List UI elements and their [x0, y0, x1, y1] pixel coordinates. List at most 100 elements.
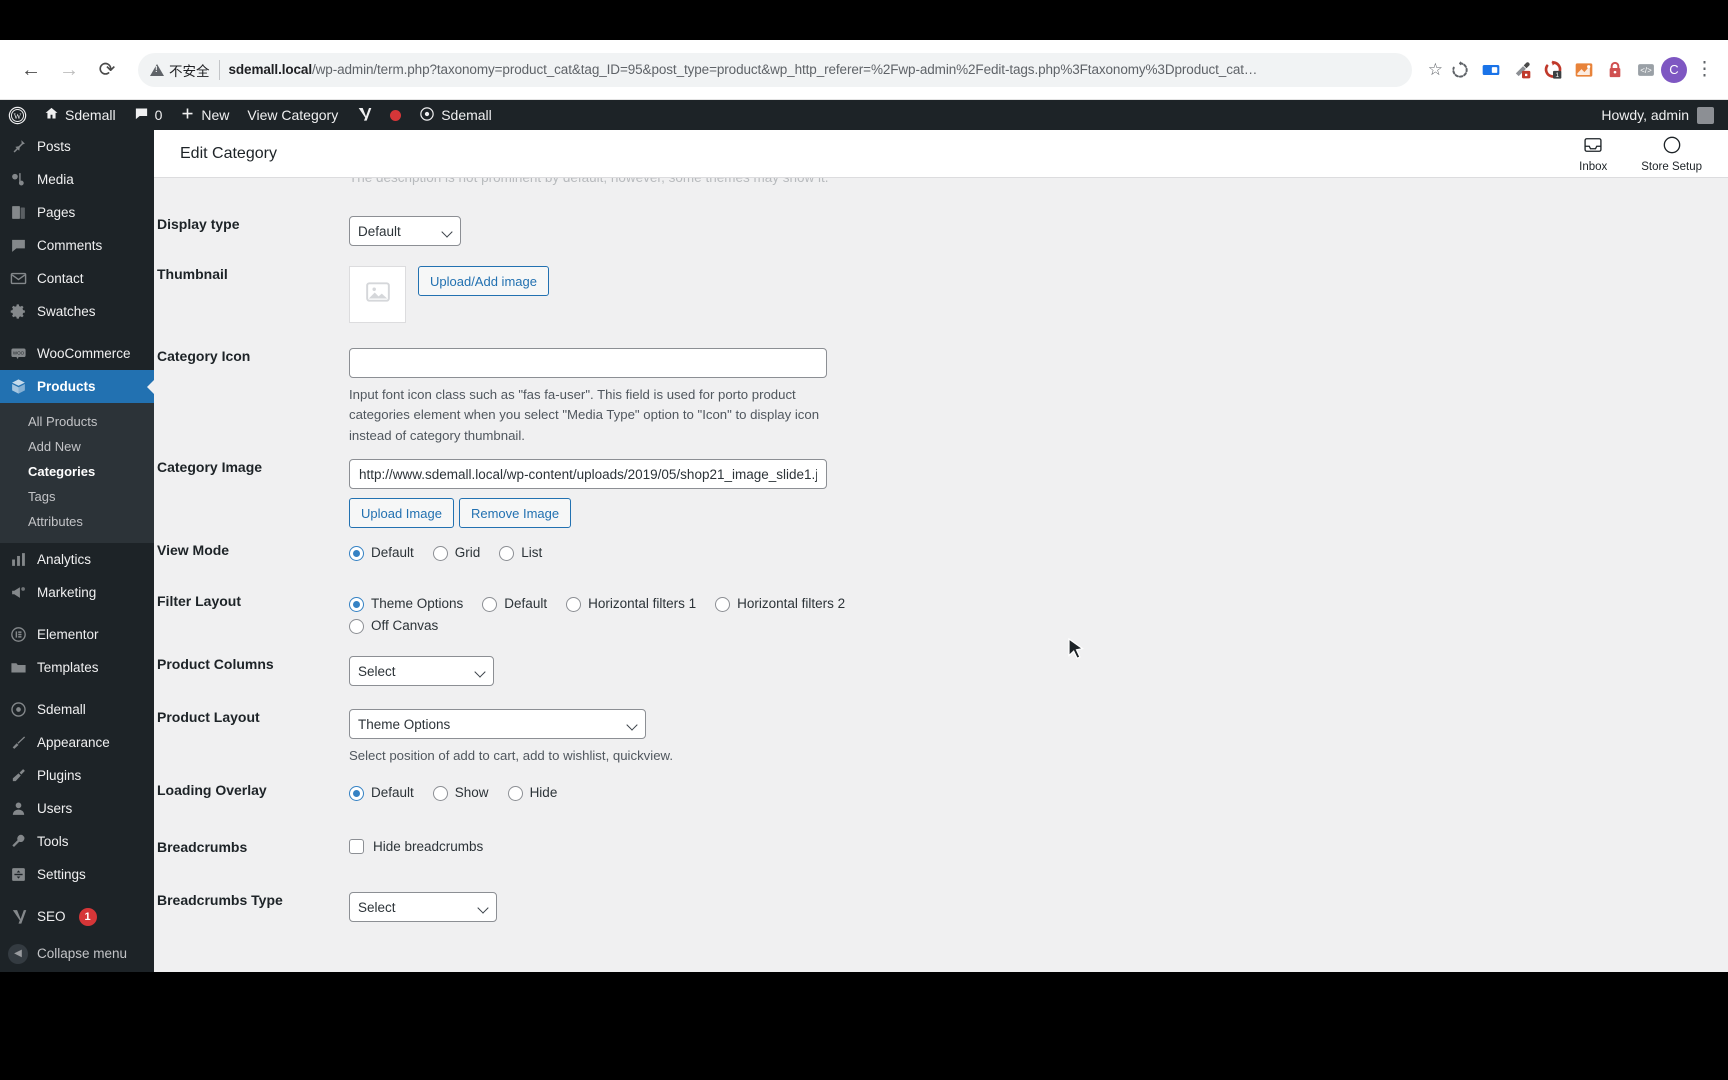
loading-overlay-option-show[interactable]: Show [432, 782, 489, 804]
sidebar-item-plugins[interactable]: Plugins [0, 759, 154, 792]
upload-add-image-button[interactable]: Upload/Add image [418, 266, 549, 296]
sidebar-subitem-tags[interactable]: Tags [0, 484, 154, 509]
sidebar-item-media[interactable]: Media [0, 163, 154, 196]
display-type-select[interactable]: Default [349, 216, 461, 246]
category-icon-label: Category Icon [157, 348, 251, 364]
inbox-button[interactable]: Inbox [1579, 135, 1607, 173]
kebab-menu-icon[interactable]: ⋮ [1695, 60, 1714, 79]
sidebar-subitem-all-products[interactable]: All Products [0, 409, 154, 434]
sidebar-item-users[interactable]: Users [0, 792, 154, 825]
back-icon[interactable]: ← [14, 53, 48, 87]
filter-layout-option-horizontal-1[interactable]: Horizontal filters 1 [566, 593, 696, 615]
view-mode-option-list[interactable]: List [499, 542, 542, 564]
display-type-select-wrap: Default [349, 216, 461, 246]
star-icon[interactable]: ☆ [1428, 60, 1443, 80]
sidebar-collapse-menu[interactable]: ◀ Collapse menu [0, 937, 154, 970]
warning-triangle-icon [150, 63, 164, 76]
loading-overlay-option-label: Default [371, 785, 414, 800]
sidebar-item-label: Products [37, 379, 96, 394]
view-mode-option-grid[interactable]: Grid [432, 542, 480, 564]
main-content: Edit Category Inbox Store Setup The desc… [154, 130, 1728, 972]
filter-layout-option-theme-options[interactable]: Theme Options [349, 593, 463, 615]
checkbox-icon [349, 839, 364, 854]
sidebar-item-marketing[interactable]: Marketing [0, 576, 154, 609]
eyedropper-extension-icon[interactable] [1511, 59, 1533, 81]
adminbar-yoast[interactable] [347, 100, 381, 130]
product-columns-select-wrap: Select [349, 656, 494, 686]
adminbar-site-name[interactable]: Sdemall [35, 100, 125, 130]
store-setup-button[interactable]: Store Setup [1641, 135, 1702, 173]
view-mode-option-default[interactable]: Default [349, 542, 414, 564]
sidebar-item-tools[interactable]: Tools [0, 825, 154, 858]
sidebar-item-seo[interactable]: SEO 1 [0, 900, 154, 933]
radio-icon [507, 785, 523, 801]
remove-image-button[interactable]: Remove Image [458, 498, 572, 528]
adminbar-new[interactable]: New [171, 100, 238, 130]
analytics-extension-icon[interactable] [1573, 59, 1595, 81]
adminbar-account[interactable]: Howdy, admin [1601, 106, 1728, 124]
loading-overlay-option-label: Hide [529, 785, 558, 800]
sidebar-item-templates[interactable]: Templates [0, 651, 154, 684]
sidebar-subitem-add-new[interactable]: Add New [0, 434, 154, 459]
sidebar-item-products[interactable]: Products [0, 370, 154, 403]
header-actions: Inbox Store Setup [1579, 135, 1702, 173]
adminbar-second-site[interactable]: Sdemall [410, 100, 501, 130]
sidebar-item-label: Sdemall [37, 702, 86, 717]
code-extension-icon[interactable]: </> [1635, 59, 1657, 81]
product-columns-select[interactable]: Select [349, 656, 494, 686]
sidebar-item-settings[interactable]: Settings [0, 858, 154, 891]
field-breadcrumbs-type: Breadcrumbs Type Select [154, 892, 1728, 922]
redirect-extension-icon[interactable]: 1 [1542, 59, 1564, 81]
url-text: sdemall.local/wp-admin/term.php?taxonomy… [229, 62, 1400, 77]
field-category-image: Category Image Upload Image Remove Image [154, 459, 1728, 528]
filter-layout-option-horizontal-2[interactable]: Horizontal filters 2 [715, 593, 845, 615]
sidebar-subitem-categories[interactable]: Categories [0, 459, 154, 484]
filter-layout-option-default[interactable]: Default [482, 593, 547, 615]
lock-extension-icon[interactable] [1604, 59, 1626, 81]
loading-overlay-option-default[interactable]: Default [349, 782, 414, 804]
adminbar-view-category[interactable]: View Category [238, 100, 347, 130]
pages-icon [8, 203, 28, 223]
forward-icon[interactable]: → [52, 53, 86, 87]
sync-extension-icon[interactable] [1449, 59, 1471, 81]
target-icon [419, 106, 435, 125]
hide-breadcrumbs-checkbox[interactable]: Hide breadcrumbs [349, 839, 1728, 854]
profile-avatar[interactable]: C [1661, 56, 1687, 83]
sidebar-item-elementor[interactable]: Elementor [0, 618, 154, 651]
sidebar-item-label: Analytics [37, 552, 92, 567]
sidebar-item-pages[interactable]: Pages [0, 196, 154, 229]
display-type-label: Display type [157, 216, 240, 232]
sidebar-item-woocommerce[interactable]: WOO WooCommerce [0, 337, 154, 370]
sidebar-item-appearance[interactable]: Appearance [0, 726, 154, 759]
sidebar-item-swatches[interactable]: Swatches [0, 295, 154, 328]
product-layout-select[interactable]: Theme Options [349, 709, 646, 739]
category-image-control: Upload Image Remove Image [349, 459, 1728, 528]
sidebar-item-analytics[interactable]: Analytics [0, 543, 154, 576]
filter-layout-option-off-canvas[interactable]: Off Canvas [349, 615, 438, 637]
sidebar-subitem-attributes[interactable]: Attributes [0, 509, 154, 534]
breadcrumbs-type-select[interactable]: Select [349, 892, 497, 922]
page-title: Edit Category [180, 144, 277, 162]
upload-image-button[interactable]: Upload Image [349, 498, 454, 528]
bluetooth-card-extension-icon[interactable] [1480, 59, 1502, 81]
product-columns-label: Product Columns [157, 656, 274, 672]
reload-icon[interactable]: ⟳ [90, 53, 124, 87]
adminbar-record[interactable] [381, 100, 410, 130]
sidebar-item-sdemall[interactable]: Sdemall [0, 693, 154, 726]
sidebar-item-contact[interactable]: Contact [0, 262, 154, 295]
security-indicator[interactable]: 不安全 [150, 59, 220, 80]
address-bar[interactable]: 不安全 sdemall.local/wp-admin/term.php?taxo… [138, 52, 1412, 87]
field-category-icon: Category Icon Input font icon class such… [154, 348, 1728, 446]
wordpress-logo-icon[interactable]: W [0, 100, 35, 130]
sidebar-item-label: Tools [37, 834, 69, 849]
sidebar-item-comments[interactable]: Comments [0, 229, 154, 262]
adminbar-comments[interactable]: 0 [125, 100, 172, 130]
category-icon-input[interactable] [349, 348, 827, 378]
sidebar-item-posts[interactable]: Posts [0, 130, 154, 163]
product-layout-select-wrap: Theme Options [349, 709, 646, 739]
category-image-input[interactable] [349, 459, 827, 489]
loading-overlay-option-hide[interactable]: Hide [507, 782, 558, 804]
radio-icon [349, 785, 364, 801]
field-thumbnail: Thumbnail Upload/Add image [154, 266, 1728, 323]
filter-layout-label: Filter Layout [157, 593, 242, 609]
